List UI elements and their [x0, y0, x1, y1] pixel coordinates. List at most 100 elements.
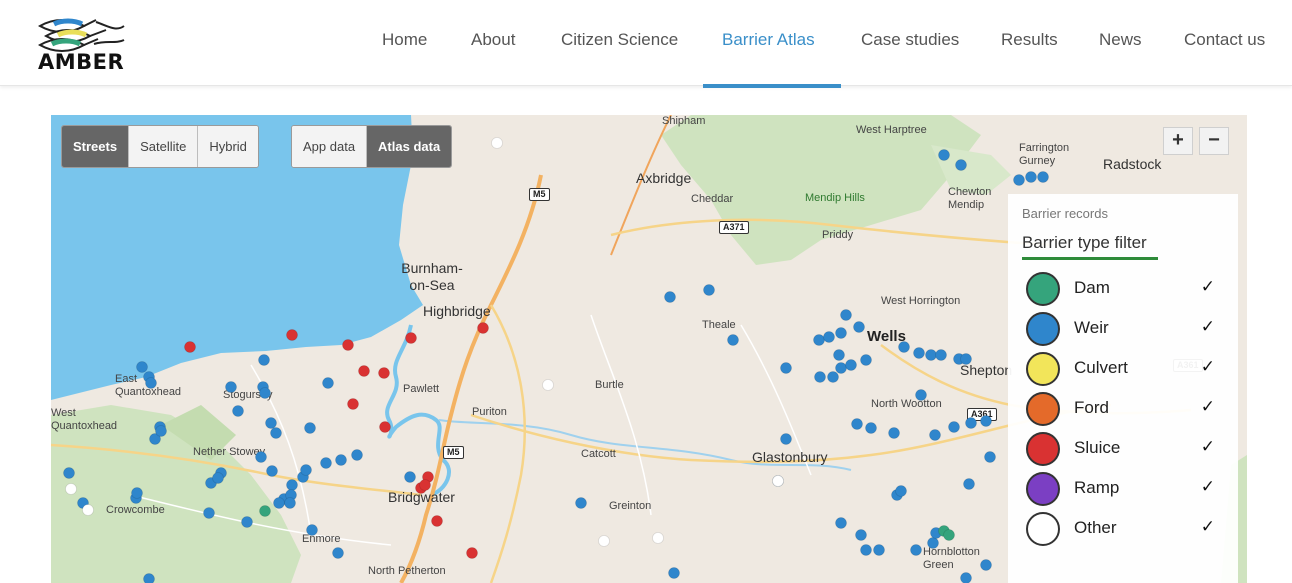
barrier-marker[interactable]	[241, 516, 253, 528]
filter-row-weir[interactable]: Weir ✓	[1022, 310, 1227, 348]
nav-news[interactable]: News	[1099, 30, 1142, 50]
barrier-marker[interactable]	[652, 532, 664, 544]
barrier-marker[interactable]	[823, 331, 835, 343]
nav-contact-us[interactable]: Contact us	[1184, 30, 1265, 50]
filter-row-sluice[interactable]: Sluice ✓	[1022, 430, 1227, 468]
barrier-marker[interactable]	[342, 339, 354, 351]
barrier-marker[interactable]	[335, 454, 347, 466]
barrier-marker[interactable]	[780, 433, 792, 445]
barrier-marker[interactable]	[491, 137, 503, 149]
barrier-marker[interactable]	[960, 353, 972, 365]
barrier-marker[interactable]	[320, 457, 332, 469]
checkmark-icon[interactable]: ✓	[1201, 517, 1215, 537]
barrier-marker[interactable]	[668, 567, 680, 579]
barrier-marker[interactable]	[833, 349, 845, 361]
checkmark-icon[interactable]: ✓	[1201, 437, 1215, 457]
barrier-marker[interactable]	[888, 427, 900, 439]
barrier-marker[interactable]	[259, 505, 271, 517]
barrier-marker[interactable]	[929, 429, 941, 441]
barrier-marker[interactable]	[1025, 171, 1037, 183]
checkmark-icon[interactable]: ✓	[1201, 397, 1215, 417]
barrier-marker[interactable]	[865, 422, 877, 434]
barrier-marker[interactable]	[910, 544, 922, 556]
hybrid-button[interactable]: Hybrid	[198, 126, 258, 167]
barrier-marker[interactable]	[466, 547, 478, 559]
barrier-marker[interactable]	[431, 515, 443, 527]
barrier-marker[interactable]	[814, 371, 826, 383]
barrier-marker[interactable]	[927, 537, 939, 549]
barrier-marker[interactable]	[980, 415, 992, 427]
barrier-marker[interactable]	[273, 497, 285, 509]
barrier-marker[interactable]	[378, 367, 390, 379]
barrier-marker[interactable]	[255, 451, 267, 463]
barrier-marker[interactable]	[258, 354, 270, 366]
barrier-marker[interactable]	[772, 475, 784, 487]
barrier-map[interactable]: Shipham West Harptree Farrington Gurney …	[51, 115, 1247, 583]
filter-row-culvert[interactable]: Culvert ✓	[1022, 350, 1227, 388]
atlas-data-button[interactable]: Atlas data	[367, 126, 452, 167]
barrier-marker[interactable]	[827, 371, 839, 383]
barrier-marker[interactable]	[913, 347, 925, 359]
barrier-marker[interactable]	[727, 334, 739, 346]
barrier-marker[interactable]	[835, 327, 847, 339]
barrier-marker[interactable]	[300, 464, 312, 476]
checkmark-icon[interactable]: ✓	[1201, 357, 1215, 377]
barrier-marker[interactable]	[184, 341, 196, 353]
barrier-marker[interactable]	[65, 483, 77, 495]
barrier-marker[interactable]	[286, 479, 298, 491]
filter-row-ramp[interactable]: Ramp ✓	[1022, 470, 1227, 508]
nav-citizen-science[interactable]: Citizen Science	[561, 30, 678, 50]
barrier-marker[interactable]	[542, 379, 554, 391]
barrier-marker[interactable]	[895, 485, 907, 497]
barrier-marker[interactable]	[855, 529, 867, 541]
barrier-marker[interactable]	[404, 471, 416, 483]
checkmark-icon[interactable]: ✓	[1201, 317, 1215, 337]
barrier-marker[interactable]	[259, 387, 271, 399]
barrier-marker[interactable]	[780, 362, 792, 374]
barrier-marker[interactable]	[853, 321, 865, 333]
barrier-marker[interactable]	[898, 341, 910, 353]
barrier-marker[interactable]	[379, 421, 391, 433]
barrier-marker[interactable]	[935, 349, 947, 361]
barrier-marker[interactable]	[347, 398, 359, 410]
barrier-marker[interactable]	[63, 467, 75, 479]
barrier-marker[interactable]	[925, 349, 937, 361]
barrier-marker[interactable]	[203, 507, 215, 519]
barrier-marker[interactable]	[873, 544, 885, 556]
barrier-marker[interactable]	[1013, 174, 1025, 186]
barrier-marker[interactable]	[145, 377, 157, 389]
nav-about[interactable]: About	[471, 30, 515, 50]
filter-row-ford[interactable]: Ford ✓	[1022, 390, 1227, 428]
nav-home[interactable]: Home	[382, 30, 427, 50]
logo-text[interactable]: AMBER	[38, 50, 124, 74]
nav-case-studies[interactable]: Case studies	[861, 30, 959, 50]
barrier-marker[interactable]	[286, 329, 298, 341]
barrier-marker[interactable]	[477, 322, 489, 334]
barrier-marker[interactable]	[284, 497, 296, 509]
nav-barrier-atlas[interactable]: Barrier Atlas	[722, 30, 815, 50]
barrier-marker[interactable]	[835, 362, 847, 374]
streets-button[interactable]: Streets	[62, 126, 130, 167]
barrier-marker[interactable]	[419, 479, 431, 491]
barrier-marker[interactable]	[575, 497, 587, 509]
barrier-marker[interactable]	[322, 377, 334, 389]
barrier-marker[interactable]	[965, 417, 977, 429]
barrier-marker[interactable]	[851, 418, 863, 430]
app-data-button[interactable]: App data	[292, 126, 368, 167]
barrier-marker[interactable]	[984, 451, 996, 463]
barrier-marker[interactable]	[963, 478, 975, 490]
zoom-out-button[interactable]: −	[1199, 127, 1229, 155]
barrier-marker[interactable]	[943, 529, 955, 541]
nav-results[interactable]: Results	[1001, 30, 1058, 50]
barrier-marker[interactable]	[703, 284, 715, 296]
barrier-marker[interactable]	[155, 425, 167, 437]
barrier-marker[interactable]	[270, 427, 282, 439]
barrier-marker[interactable]	[304, 422, 316, 434]
barrier-marker[interactable]	[915, 389, 927, 401]
barrier-marker[interactable]	[405, 332, 417, 344]
checkmark-icon[interactable]: ✓	[1201, 277, 1215, 297]
barrier-marker[interactable]	[266, 465, 278, 477]
barrier-marker[interactable]	[306, 524, 318, 536]
barrier-marker[interactable]	[664, 291, 676, 303]
satellite-button[interactable]: Satellite	[129, 126, 199, 167]
